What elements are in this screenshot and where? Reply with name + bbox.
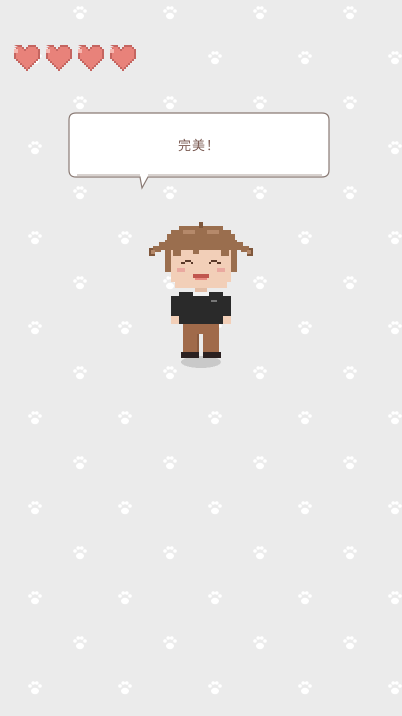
paw-print-icon — [253, 456, 267, 470]
paw-print-icon — [298, 231, 312, 245]
paw-print-icon — [73, 6, 87, 20]
paw-print-icon — [118, 681, 132, 695]
paw-print-icon — [73, 96, 87, 110]
health-hearts — [10, 45, 136, 71]
paw-print-icon — [163, 636, 177, 650]
paw-print-icon — [28, 321, 42, 335]
paw-print-icon — [163, 6, 177, 20]
paw-print-icon — [118, 321, 132, 335]
paw-print-icon — [253, 546, 267, 560]
paw-print-icon — [298, 51, 312, 65]
paw-print-icon — [73, 636, 87, 650]
paw-print-icon — [208, 51, 222, 65]
paw-print-icon — [28, 591, 42, 605]
paw-print-icon — [343, 366, 357, 380]
paw-print-icon — [73, 276, 87, 290]
paw-print-icon — [118, 411, 132, 425]
heart-icon — [106, 45, 136, 71]
paw-print-icon — [388, 501, 402, 515]
paw-print-icon — [28, 231, 42, 245]
paw-print-icon — [118, 231, 132, 245]
paw-print-icon — [343, 276, 357, 290]
paw-print-icon — [343, 186, 357, 200]
paw-print-icon — [388, 321, 402, 335]
paw-print-icon — [208, 411, 222, 425]
paw-print-icon — [343, 456, 357, 470]
paw-print-icon — [388, 141, 402, 155]
speech-bubble: 完美！ — [68, 112, 330, 190]
paw-print-icon — [253, 96, 267, 110]
paw-print-icon — [388, 681, 402, 695]
player-character[interactable] — [145, 222, 257, 374]
paw-print-icon — [343, 636, 357, 650]
paw-print-icon — [118, 591, 132, 605]
paw-print-icon — [163, 456, 177, 470]
heart-icon — [10, 45, 40, 71]
paw-print-icon — [28, 411, 42, 425]
paw-print-icon — [73, 546, 87, 560]
paw-print-icon — [253, 6, 267, 20]
paw-print-icon — [388, 591, 402, 605]
paw-print-icon — [208, 681, 222, 695]
paw-print-icon — [298, 321, 312, 335]
paw-print-icon — [388, 231, 402, 245]
paw-print-icon — [208, 591, 222, 605]
paw-print-icon — [343, 546, 357, 560]
paw-print-icon — [298, 501, 312, 515]
paw-print-icon — [298, 591, 312, 605]
paw-print-icon — [28, 681, 42, 695]
paw-print-icon — [388, 411, 402, 425]
heart-icon — [42, 45, 72, 71]
paw-print-icon — [298, 681, 312, 695]
paw-print-icon — [163, 546, 177, 560]
paw-print-icon — [28, 141, 42, 155]
paw-print-icon — [163, 96, 177, 110]
paw-print-icon — [28, 501, 42, 515]
paw-print-icon — [73, 456, 87, 470]
paw-print-icon — [118, 501, 132, 515]
paw-print-icon — [388, 51, 402, 65]
paw-print-icon — [298, 411, 312, 425]
paw-print-icon — [208, 501, 222, 515]
paw-print-icon — [73, 366, 87, 380]
heart-icon — [74, 45, 104, 71]
paw-print-icon — [253, 636, 267, 650]
dialog-text: 完美！ — [177, 139, 220, 154]
paw-print-icon — [343, 6, 357, 20]
character-sprite — [149, 222, 253, 368]
paw-print-icon — [343, 96, 357, 110]
